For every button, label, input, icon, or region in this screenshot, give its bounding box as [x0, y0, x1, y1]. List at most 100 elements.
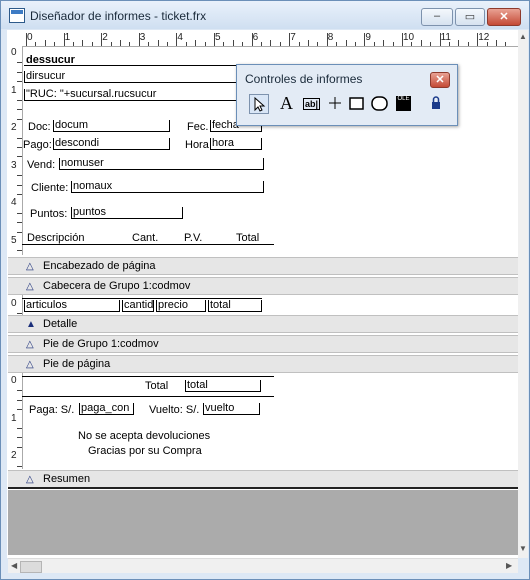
horizontal-scrollbar[interactable]: ◀ ▶ — [8, 558, 518, 573]
ruler-minor-tick — [17, 71, 22, 73]
field-total-row[interactable]: total — [208, 300, 262, 312]
field-cantidad[interactable]: cantid — [122, 300, 154, 312]
ruler-minor-tick — [195, 40, 197, 46]
collapse-icon: △ — [26, 474, 34, 485]
ruler-minor-tick — [17, 409, 22, 411]
field-hora[interactable]: hora — [210, 138, 262, 150]
ruler-minor-tick — [167, 42, 168, 46]
maximize-button[interactable]: ▭ — [455, 8, 485, 26]
field-ruc[interactable]: "RUC: "+sucursal.rucsucur — [24, 89, 264, 101]
field-puntos[interactable]: puntos — [71, 207, 183, 219]
line-tool[interactable] — [326, 94, 346, 114]
ruler-minor-tick — [17, 465, 22, 467]
pointer-tool[interactable] — [249, 94, 269, 114]
ruler-minor-tick — [148, 42, 150, 46]
label-no-devoluciones[interactable]: No se acepta devoluciones — [78, 430, 210, 442]
scroll-down-icon[interactable]: ▼ — [519, 544, 527, 553]
palette-close-button[interactable]: ✕ — [430, 72, 450, 88]
close-button[interactable]: ✕ — [487, 8, 521, 26]
label-icon: A — [280, 93, 293, 113]
button-lock-tool[interactable] — [427, 94, 447, 114]
scroll-up-icon[interactable]: ▲ — [519, 32, 527, 41]
minimize-button[interactable]: – — [421, 8, 453, 26]
maximize-icon: ▭ — [464, 11, 476, 23]
field-articulos[interactable]: articulos — [24, 300, 120, 312]
ruler-minor-tick — [157, 40, 159, 46]
ruler-minor-tick — [17, 109, 22, 111]
collapse-icon: △ — [26, 339, 34, 350]
band-group-header[interactable]: △ Cabecera de Grupo 1:codmov — [8, 277, 518, 295]
label-cliente[interactable]: Cliente: — [31, 182, 68, 194]
ruler-major-tick — [138, 33, 140, 46]
label-paga[interactable]: Paga: S/. — [29, 404, 74, 416]
band-group-footer[interactable]: △ Pie de Grupo 1:codmov — [8, 335, 518, 353]
band-detail[interactable]: ▲ Detalle — [8, 315, 518, 333]
picture-ole-tool[interactable]: OLE — [394, 94, 414, 114]
ruler-minor-tick — [17, 100, 22, 101]
field-total-footer[interactable]: total — [185, 380, 261, 392]
label-total-col[interactable]: Total — [236, 232, 259, 244]
ruler-minor-tick — [430, 42, 432, 46]
label-pago[interactable]: Pago: — [23, 139, 52, 151]
label-doc[interactable]: Doc: — [28, 121, 51, 133]
band-summary[interactable]: △ Resumen — [8, 470, 518, 488]
field-descondi[interactable]: descondi — [53, 138, 170, 150]
label-total-footer[interactable]: Total — [145, 380, 168, 392]
ruler-minor-tick — [298, 42, 300, 46]
band-label: Pie de página — [43, 358, 111, 370]
field-tool[interactable]: ab| — [302, 94, 322, 114]
horizontal-scroll-thumb[interactable] — [20, 561, 42, 573]
rounded-rectangle-tool[interactable] — [370, 94, 390, 114]
rectangle-tool[interactable] — [347, 94, 367, 114]
ruler-number: 2 — [102, 32, 108, 43]
field-nomuser[interactable]: nomuser — [59, 158, 264, 170]
label-tool[interactable]: A — [277, 93, 297, 114]
header-line — [22, 244, 274, 245]
ruler-number: 2 — [11, 450, 17, 462]
field-docum[interactable]: docum — [53, 120, 170, 132]
field-precio[interactable]: precio — [156, 300, 206, 312]
label-hora[interactable]: Hora — [185, 139, 209, 151]
ruler-major-tick — [176, 33, 178, 46]
field-paga-con[interactable]: paga_con — [79, 403, 134, 415]
footer-line — [22, 396, 274, 397]
label-vend[interactable]: Vend: — [27, 159, 55, 171]
label-descripcion[interactable]: Descripción — [27, 232, 84, 244]
field-nomaux[interactable]: nomaux — [71, 181, 264, 193]
scroll-left-icon[interactable]: ◀ — [11, 561, 17, 570]
window-title: Diseñador de informes - ticket.frx — [30, 9, 207, 23]
ruler-minor-tick — [496, 40, 497, 46]
label-fec[interactable]: Fec. — [187, 121, 208, 133]
ruler-minor-tick — [467, 42, 469, 46]
ruler-minor-tick — [17, 81, 22, 83]
ruler-minor-tick — [35, 42, 37, 46]
collapse-icon: ▲ — [26, 319, 36, 330]
label-gracias[interactable]: Gracias por su Compra — [88, 445, 202, 457]
ruler-number: 7 — [290, 32, 296, 43]
ruler-minor-tick — [458, 40, 460, 46]
rounded-rectangle-icon — [371, 96, 388, 111]
label-cant[interactable]: Cant. — [132, 232, 158, 244]
palette-title[interactable]: Controles de informes — [245, 72, 362, 86]
ruler-minor-tick — [91, 42, 93, 46]
ruler-major-tick — [26, 33, 27, 46]
footer-line — [22, 376, 274, 377]
band-page-footer[interactable]: △ Pie de página — [8, 355, 518, 373]
ruler-minor-tick — [204, 42, 206, 46]
label-vuelto[interactable]: Vuelto: S/. — [149, 404, 199, 416]
field-vuelto[interactable]: vuelto — [203, 403, 260, 415]
label-puntos[interactable]: Puntos: — [30, 208, 67, 220]
field-dirsucur[interactable]: dirsucur — [24, 71, 264, 83]
ruler-minor-tick — [82, 40, 84, 46]
label-pv[interactable]: P.V. — [184, 232, 202, 244]
band-page-header[interactable]: △ Encabezado de página — [8, 257, 518, 275]
scroll-right-icon[interactable]: ▶ — [506, 561, 512, 570]
close-icon: ✕ — [499, 11, 509, 23]
line-icon — [329, 97, 341, 109]
lock-icon — [432, 96, 440, 109]
ruler-number: 5 — [215, 32, 221, 43]
vertical-scrollbar[interactable]: ▲ ▼ — [518, 30, 528, 558]
ruler-minor-tick — [373, 42, 375, 46]
ruler-major-tick — [214, 33, 215, 46]
vertical-ruler-footer: 0 1 2 — [8, 373, 23, 469]
